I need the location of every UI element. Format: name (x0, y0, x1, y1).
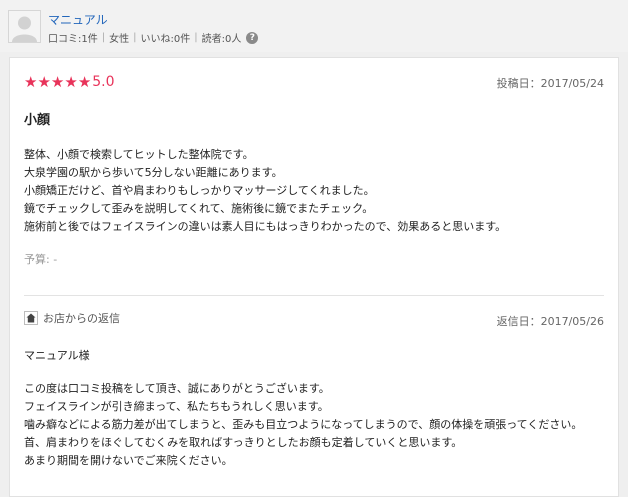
reply-line: あまり期間を開けないでご来院ください。 (24, 454, 233, 467)
reply-line: 首、肩まわりをほぐしてむくみを取ればすっきりとしたお顔も定着していくと思います。 (24, 436, 463, 449)
divider: | (194, 32, 198, 43)
reviewer-meta: 口コミ:1件 | 女性 | いいね:0件 | 読者:0人 ? (48, 30, 259, 45)
reply-greeting: マニュアル様 (24, 349, 90, 362)
posted-date: 投稿日：2017/05/24 (496, 77, 604, 90)
rating-score: 5.0 (92, 74, 115, 90)
reply-line: フェイスラインが引き締まって、私たちもうれしく思います。 (24, 400, 329, 413)
divider: | (101, 32, 106, 43)
shop-reply-header: お店からの返信 (24, 310, 120, 326)
star-icon: ★ (50, 73, 65, 91)
star-icon: ★ (24, 73, 38, 91)
review-line: 小顔矯正だけど、首や肩まわりもしっかりマッサージしてくれました。 (24, 184, 375, 197)
reply-date: 返信日：2017/05/26 (496, 315, 604, 328)
gender: 女性 (109, 34, 130, 45)
rating: ★ ★ ★ ★ ★ 5.0 (24, 73, 115, 91)
default-user-icon (9, 11, 40, 42)
section-divider (24, 295, 604, 296)
reviewer-header: マニュアル 口コミ:1件 | 女性 | いいね:0件 | 読者:0人 ? (0, 0, 628, 52)
avatar[interactable] (8, 10, 41, 43)
review-line: 施術前と後ではフェイスラインの違いは素人目にもはっきりわかったので、効果あると思… (24, 220, 507, 233)
reply-body: この度は口コミ投稿をして頂き、誠にありがとうございます。 フェイスラインが引き締… (24, 380, 582, 470)
reply-line: 噛み癖などによる筋力差が出てしまうと、歪みも目立つようになってしまうので、顔の体… (24, 418, 583, 431)
review-line: 鏡でチェックして歪みを説明してくれて、施術後に鏡でまたチェック。 (24, 202, 374, 215)
review-title: 小顔 (24, 113, 51, 128)
reply-line: この度は口コミ投稿をして頂き、誠にありがとうございます。 (24, 382, 330, 395)
house-icon (24, 311, 38, 325)
question-icon[interactable]: ? (246, 31, 259, 44)
reply-title: お店からの返信 (43, 312, 120, 325)
budget: 予算: - (24, 253, 58, 266)
review-line: 整体、小顔で検索してヒットした整体院です。 (24, 148, 254, 161)
review-body: 整体、小顔で検索してヒットした整体院です。 大泉学園の駅から歩いて5分しない距離… (24, 146, 604, 236)
star-icon: ★ (64, 73, 78, 91)
star-icon: ★ (77, 73, 92, 91)
review-count: 口コミ:1件 (48, 34, 98, 45)
review-line: 大泉学園の駅から歩いて5分しない距離にあります。 (24, 166, 283, 179)
review-card: ★ ★ ★ ★ ★ 5.0 投稿日：2017/05/24 小顔 整体、小顔で検索… (9, 57, 619, 497)
like-count: いいね:0件 (140, 34, 191, 45)
divider: | (133, 32, 137, 43)
reviewer-name[interactable]: マニュアル (48, 11, 108, 28)
reader-count: 読者:0人 (201, 34, 242, 45)
star-icon: ★ (37, 73, 51, 91)
